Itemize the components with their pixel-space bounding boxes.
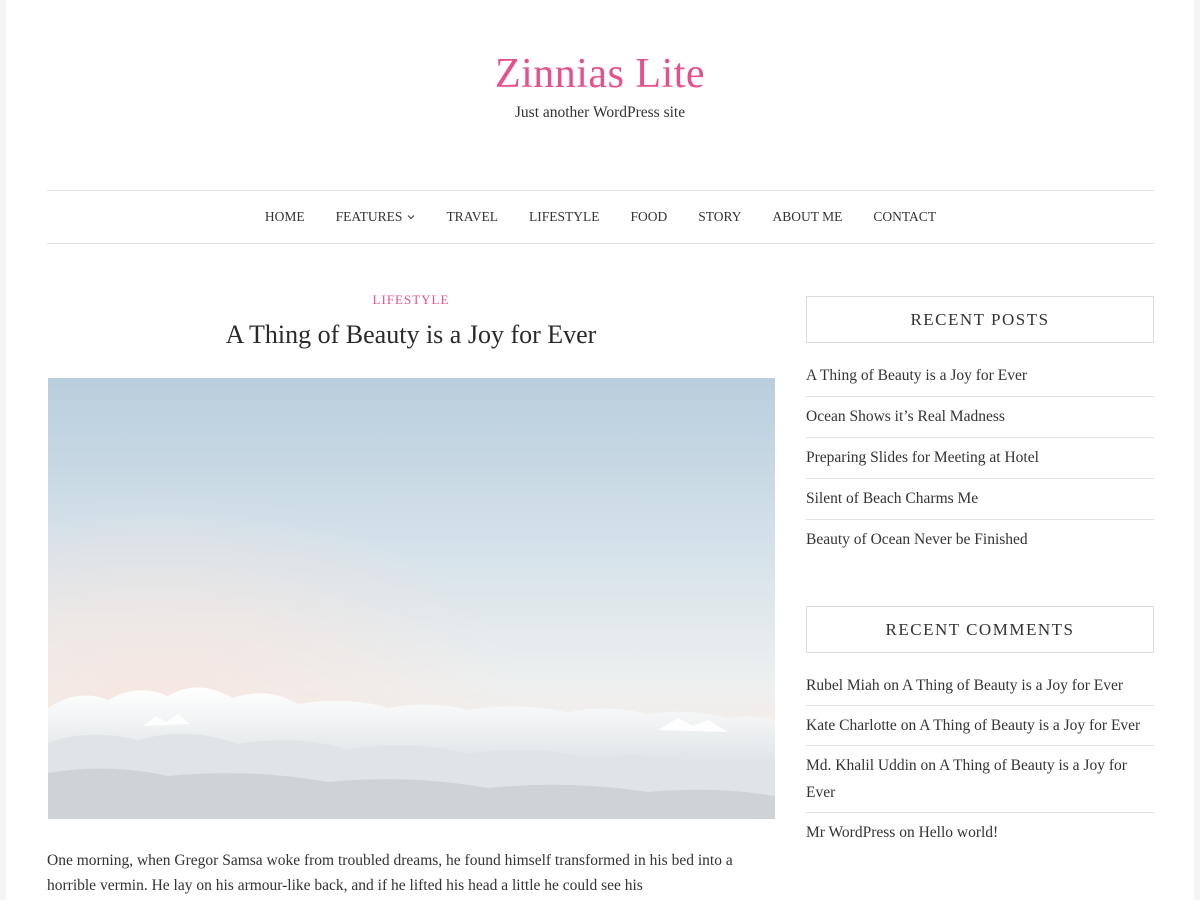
comment-connector: on <box>899 824 915 841</box>
post-featured-image[interactable] <box>48 378 775 819</box>
nav-item-label: ABOUT ME <box>772 209 843 224</box>
recent-post-item: Preparing Slides for Meeting at Hotel <box>806 438 1154 479</box>
comment-author: Md. Khalil Uddin <box>806 757 917 774</box>
comment-post-link[interactable]: A Thing of Beauty is a Joy for Ever <box>919 717 1140 734</box>
nav-item-features[interactable]: FEATURES <box>336 209 416 225</box>
post-title[interactable]: A Thing of Beauty is a Joy for Ever <box>47 320 775 350</box>
recent-posts-title: RECENT POSTS <box>806 296 1154 343</box>
recent-comments-title: RECENT COMMENTS <box>806 606 1154 653</box>
nav-item-label: FEATURES <box>335 209 403 224</box>
nav-item-home[interactable]: HOME <box>265 209 305 225</box>
nav-item-food[interactable]: FOOD <box>630 209 667 225</box>
nav-item-travel[interactable]: TRAVEL <box>446 209 498 225</box>
nav-item-story[interactable]: STORY <box>698 209 741 225</box>
recent-post-item: Silent of Beach Charms Me <box>806 479 1154 520</box>
nav-item-label: FOOD <box>630 209 668 224</box>
comment-author: Kate Charlotte <box>806 717 897 734</box>
page-edge-right <box>1194 0 1200 900</box>
nav-item-label: LIFESTYLE <box>528 209 600 224</box>
recent-post-link[interactable]: Ocean Shows it’s Real Madness <box>806 408 1005 425</box>
comment-post-link[interactable]: A Thing of Beauty is a Joy for Ever <box>902 677 1123 694</box>
nav-item-lifestyle[interactable]: LIFESTYLE <box>529 209 600 225</box>
comment-connector: on <box>900 717 917 734</box>
recent-post-link[interactable]: Preparing Slides for Meeting at Hotel <box>806 449 1039 466</box>
nav-item-about-me[interactable]: ABOUT ME <box>773 209 843 225</box>
recent-comment-item: Md. Khalil Uddin on A Thing of Beauty is… <box>806 746 1154 813</box>
nav-item-label: TRAVEL <box>446 209 498 224</box>
recent-post-item: A Thing of Beauty is a Joy for Ever <box>806 356 1154 397</box>
comment-connector: on <box>920 757 937 774</box>
nav-item-label: STORY <box>698 209 742 224</box>
main-navigation: HOME FEATURES TRAVEL LIFESTYLE FOOD STOR… <box>47 190 1154 244</box>
comment-post-link[interactable]: Hello world! <box>919 824 999 841</box>
post-excerpt: One morning, when Gregor Samsa woke from… <box>47 852 733 894</box>
recent-post-link[interactable]: A Thing of Beauty is a Joy for Ever <box>806 367 1027 384</box>
nav-item-label: HOME <box>264 209 305 224</box>
comment-author: Rubel Miah <box>806 677 880 694</box>
recent-post-item: Beauty of Ocean Never be Finished <box>806 520 1154 560</box>
recent-comments-list: Rubel Miah on A Thing of Beauty is a Joy… <box>806 666 1154 852</box>
comment-author-link[interactable]: Mr WordPress <box>806 824 895 841</box>
recent-comment-item: Rubel Miah on A Thing of Beauty is a Joy… <box>806 666 1154 706</box>
recent-comment-item: Kate Charlotte on A Thing of Beauty is a… <box>806 706 1154 746</box>
recent-posts-list: A Thing of Beauty is a Joy for Ever Ocea… <box>806 356 1154 560</box>
post-category-link[interactable]: LIFESTYLE <box>47 292 775 308</box>
comment-connector: on <box>883 677 900 694</box>
site-description: Just another WordPress site <box>514 104 686 121</box>
site-title[interactable]: Zinnias Lite <box>0 50 1200 98</box>
recent-post-link[interactable]: Silent of Beach Charms Me <box>806 490 978 507</box>
sky-clouds-image <box>48 378 775 819</box>
recent-post-link[interactable]: Beauty of Ocean Never be Finished <box>806 531 1028 548</box>
nav-item-label: CONTACT <box>873 209 937 224</box>
recent-post-item: Ocean Shows it’s Real Madness <box>806 397 1154 438</box>
recent-comment-item: Mr WordPress on Hello world! <box>806 813 1154 852</box>
chevron-down-icon <box>407 213 415 221</box>
nav-item-contact[interactable]: CONTACT <box>873 209 936 225</box>
